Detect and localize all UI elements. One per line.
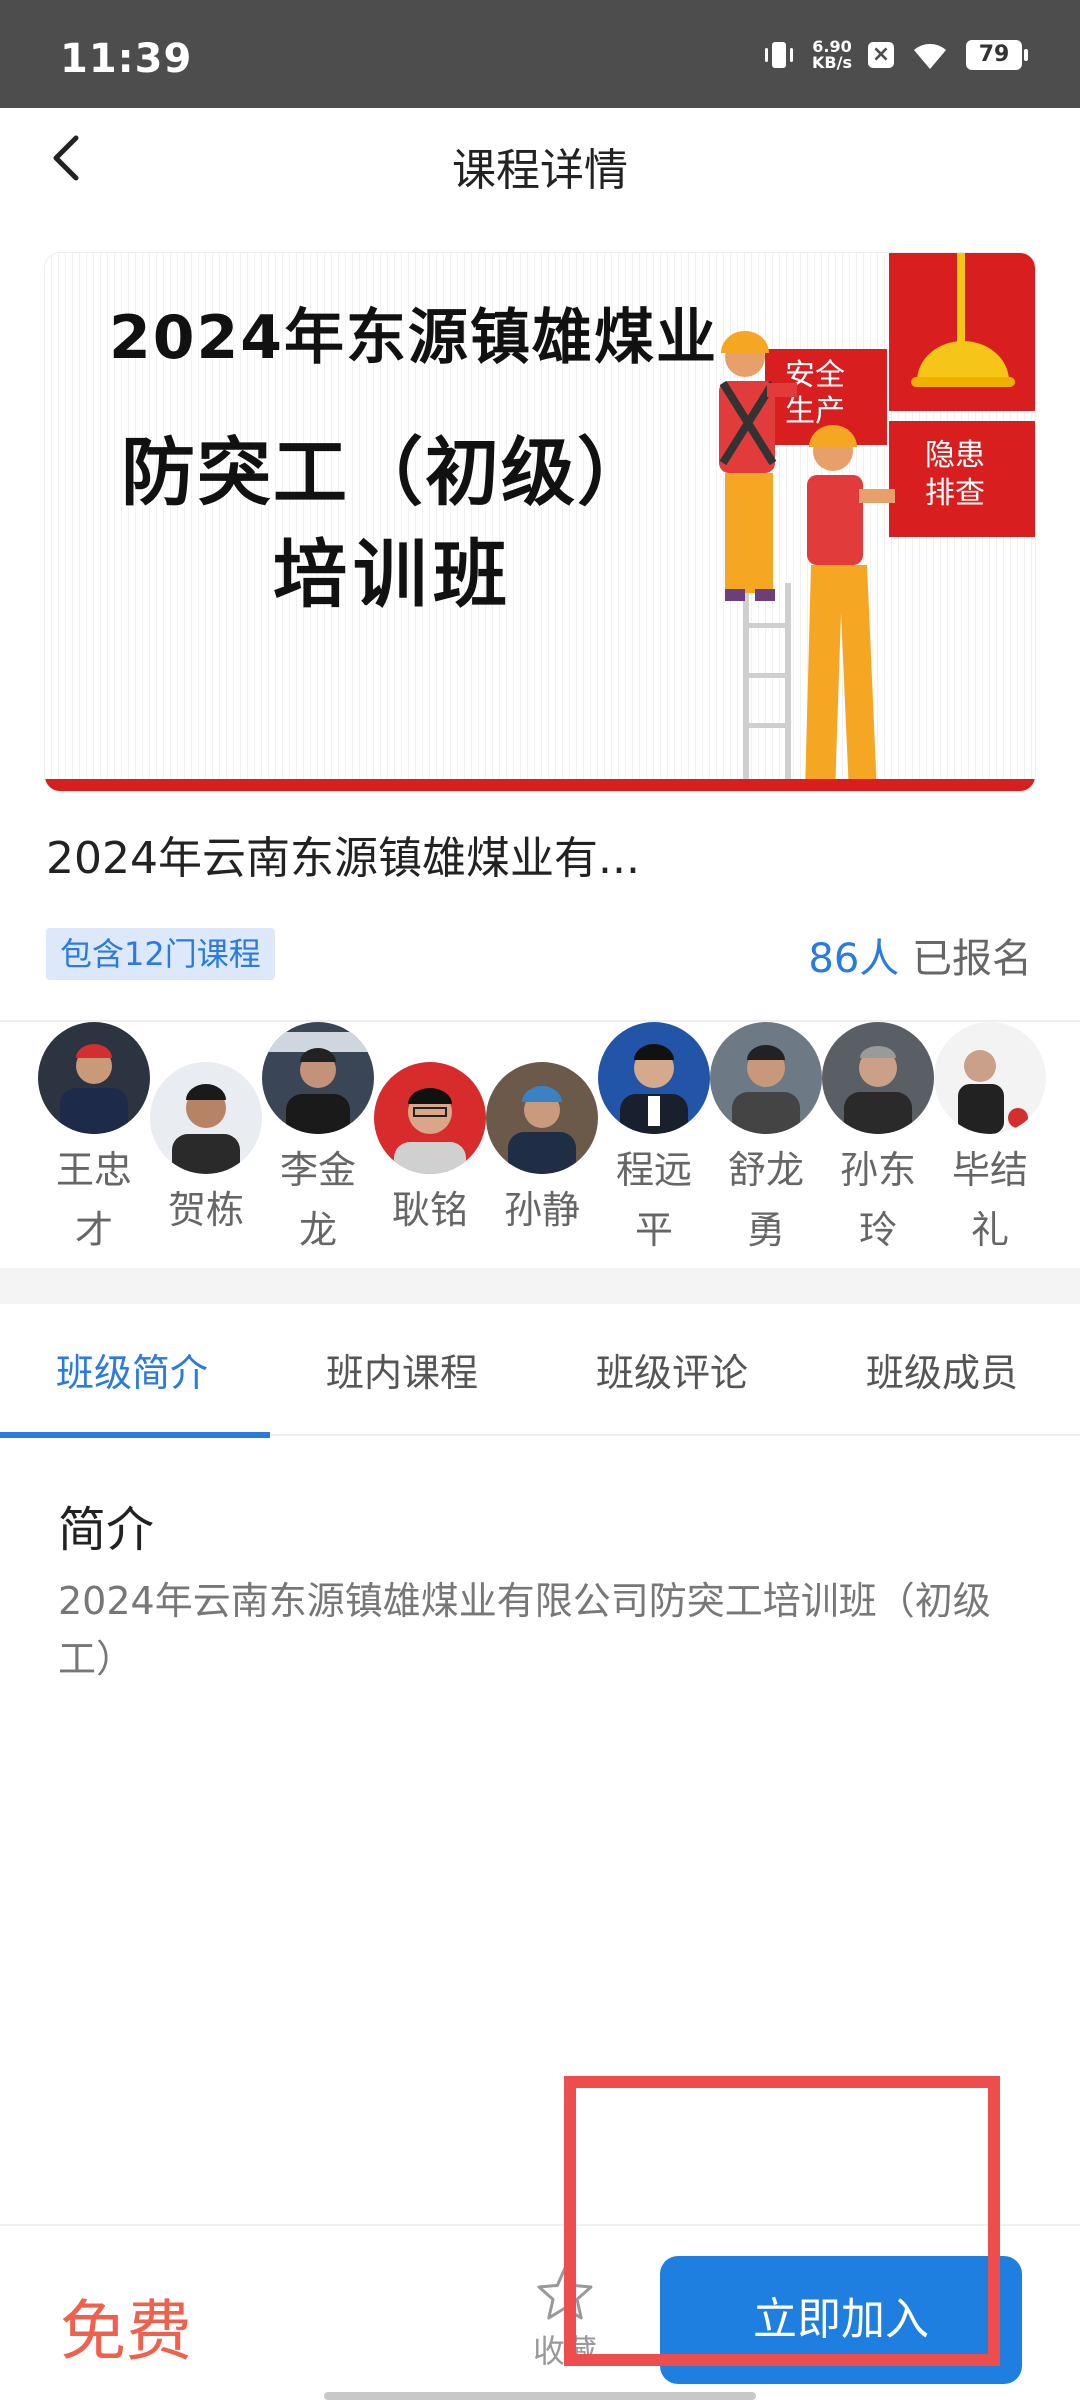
status-time: 11:39 — [60, 36, 193, 82]
teacher-item[interactable]: 孙静 — [486, 1062, 598, 1240]
avatar — [486, 1062, 598, 1174]
tab-class-comments[interactable]: 班级评论 — [596, 1342, 748, 1397]
teacher-name: 李金龙 — [279, 1148, 356, 1252]
tab-active-indicator — [0, 1432, 270, 1438]
wifi-icon — [914, 43, 946, 69]
teacher-item[interactable]: 毕结礼 — [934, 1022, 1046, 1260]
avatar — [150, 1062, 262, 1174]
banner-bottom-stripe — [45, 779, 1035, 791]
intro-text: 2024年云南东源镇雄煤业有限公司防突工培训班（初级工） — [58, 1579, 991, 1681]
avatar — [822, 1022, 934, 1134]
tab-class-intro[interactable]: 班级简介 — [56, 1342, 208, 1397]
price-label: 免费 — [60, 2293, 192, 2370]
teacher-item[interactable]: 耿铭 — [374, 1062, 486, 1240]
battery-icon: 79 — [966, 40, 1028, 70]
teacher-name: 耿铭 — [391, 1188, 468, 1232]
sign-hidden-danger-top: 隐患 — [925, 438, 985, 473]
tab-class-courses[interactable]: 班内课程 — [326, 1342, 478, 1397]
nav-bar: 课程详情 — [0, 108, 1080, 214]
section-separator — [0, 1268, 1080, 1304]
page-title: 课程详情 — [452, 145, 628, 196]
enroll-suffix: 已报名 — [899, 936, 1032, 982]
avatar — [374, 1062, 486, 1174]
status-icons: 6.90 KB/s × 79 — [762, 37, 1028, 72]
avatar — [262, 1022, 374, 1134]
teacher-item[interactable]: 孙东玲 — [822, 1022, 934, 1260]
teacher-name: 孙东玲 — [839, 1148, 916, 1252]
course-count-badge: 包含12门课程 — [46, 928, 275, 980]
teacher-name: 毕结礼 — [951, 1148, 1028, 1252]
sign-safety-bottom: 生产 — [785, 394, 845, 429]
tab-class-members[interactable]: 班级成员 — [866, 1342, 1018, 1397]
workers-illustration: 隐患 排查 安全 生产 — [719, 253, 1035, 791]
sign-hidden-danger-bottom: 排查 — [925, 476, 985, 511]
course-title: 2024年云南东源镇雄煤业有... — [46, 833, 640, 884]
avatar — [598, 1022, 710, 1134]
enroll-info: 86人 已报名 — [808, 926, 1032, 984]
teacher-name: 孙静 — [503, 1188, 580, 1232]
teacher-name: 王忠才 — [55, 1148, 132, 1252]
enroll-count: 86人 — [808, 936, 900, 982]
teacher-name: 舒龙勇 — [727, 1148, 804, 1252]
avatar — [934, 1022, 1046, 1134]
avatar — [38, 1022, 150, 1134]
teacher-item[interactable]: 贺栋 — [150, 1062, 262, 1240]
status-bar: 11:39 6.90 KB/s × 79 — [0, 0, 1080, 108]
teacher-name: 贺栋 — [167, 1188, 244, 1232]
close-notification-icon: × — [868, 42, 894, 68]
teacher-item[interactable]: 李金龙 — [262, 1022, 374, 1260]
vibrate-icon — [765, 42, 794, 68]
home-indicator[interactable] — [324, 2392, 756, 2400]
teacher-item[interactable]: 舒龙勇 — [710, 1022, 822, 1260]
highlight-annotation-box — [564, 2076, 1000, 2366]
banner-title-line3: 培训班 — [273, 532, 513, 618]
banner-title-line1: 2024年东源镇雄煤业 — [109, 303, 718, 373]
teacher-list: 王忠才 贺栋 李金龙 耿铭 孙静 程远平 舒龙勇 孙东玲 毕结礼 — [0, 1022, 1080, 1266]
teacher-name: 程远平 — [615, 1148, 692, 1252]
banner-title-line2: 防突工（初级） — [121, 430, 653, 516]
teacher-item[interactable]: 王忠才 — [38, 1022, 150, 1260]
intro-heading: 简介 — [58, 1502, 155, 1558]
tab-bar: 班级简介 班内课程 班级评论 班级成员 — [0, 1304, 1080, 1438]
teacher-item[interactable]: 程远平 — [598, 1022, 710, 1260]
course-banner[interactable]: 2024年东源镇雄煤业 防突工（初级） 培训班 隐患 排查 安全 生产 — [44, 252, 1036, 792]
avatar — [710, 1022, 822, 1134]
network-speed: 6.90 KB/s — [812, 37, 852, 72]
